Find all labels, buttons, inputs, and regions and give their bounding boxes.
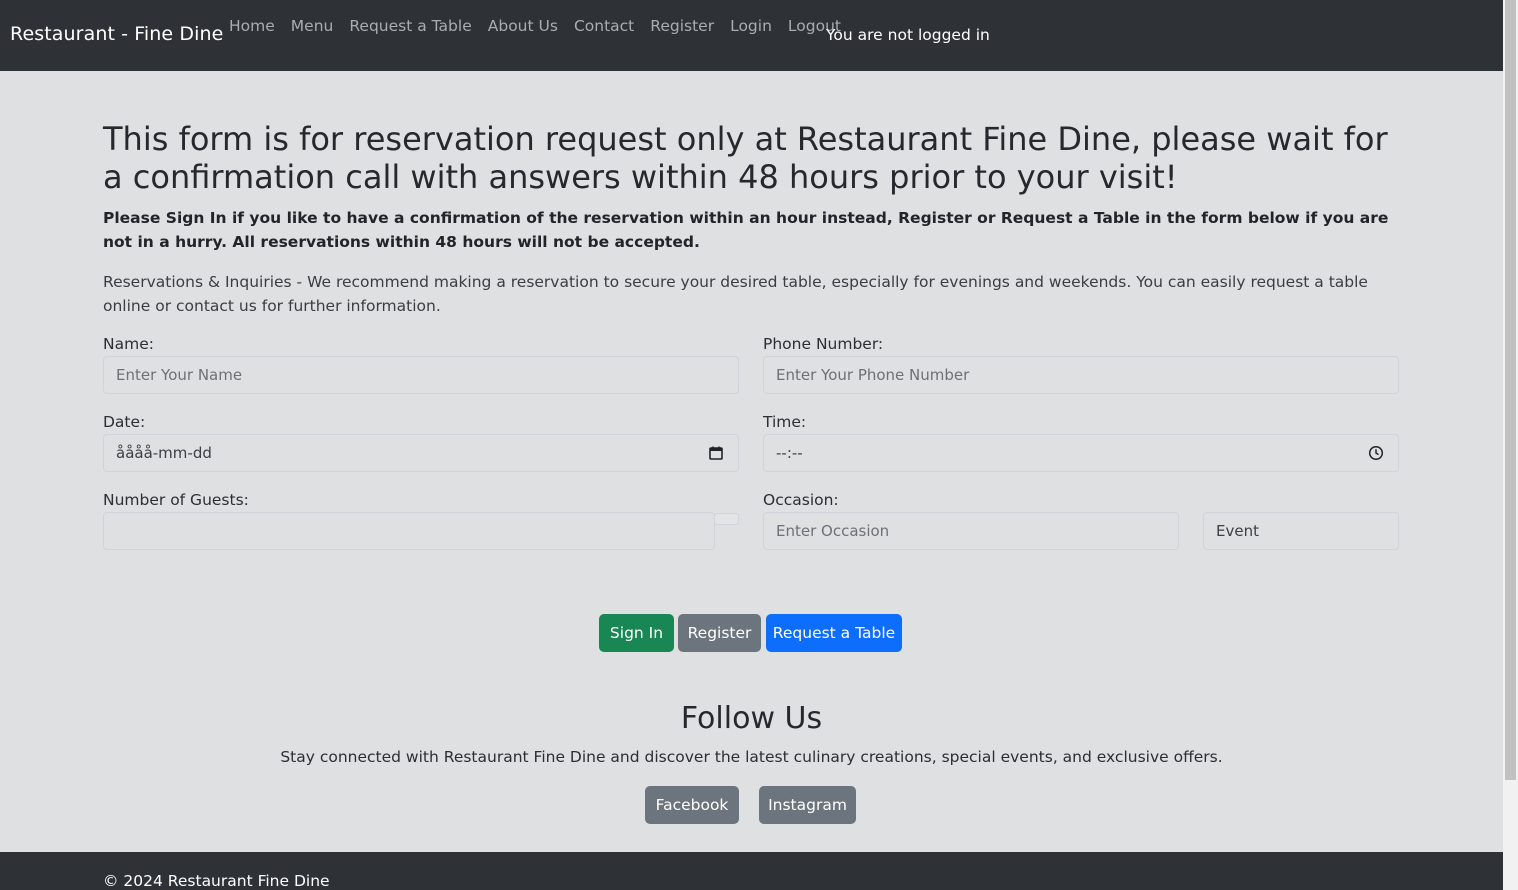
name-label: Name:: [103, 335, 154, 353]
date-label: Date:: [103, 413, 146, 431]
phone-label: Phone Number:: [763, 335, 884, 353]
name-input[interactable]: [103, 356, 739, 394]
phone-input[interactable]: [763, 356, 1399, 394]
nav-link-about-us[interactable]: About Us: [488, 17, 558, 35]
time-input[interactable]: --:--: [763, 434, 1399, 472]
nav-link-request-table[interactable]: Request a Table: [349, 17, 471, 35]
brand-link[interactable]: Restaurant - Fine Dine: [10, 23, 223, 45]
footer: © 2024 Restaurant Fine Dine: [0, 852, 1503, 890]
guests-input[interactable]: [103, 512, 715, 550]
guests-stepper[interactable]: [714, 513, 739, 525]
nav-link-login[interactable]: Login: [730, 17, 772, 35]
occasion-select[interactable]: Event: [1203, 512, 1399, 550]
nav-links: Home Menu Request a Table About Us Conta…: [229, 17, 857, 35]
nav-link-menu[interactable]: Menu: [291, 17, 334, 35]
nav-link-register[interactable]: Register: [650, 17, 714, 35]
sign-in-button[interactable]: Sign In: [599, 614, 674, 652]
page-title: This form is for reservation request onl…: [103, 120, 1388, 196]
register-button[interactable]: Register: [678, 614, 761, 652]
time-input-value: --:--: [776, 444, 803, 462]
nav-link-contact[interactable]: Contact: [574, 17, 634, 35]
top-navbar: Restaurant - Fine Dine Home Menu Request…: [0, 0, 1503, 71]
clock-icon[interactable]: [1368, 445, 1384, 461]
login-status: You are not logged in: [826, 26, 990, 44]
calendar-icon[interactable]: [708, 445, 724, 461]
reservation-notice: Please Sign In if you like to have a con…: [103, 209, 1389, 251]
page-scrollbar[interactable]: [1503, 0, 1518, 890]
guests-label: Number of Guests:: [103, 491, 249, 509]
instagram-button[interactable]: Instagram: [759, 786, 856, 824]
facebook-button[interactable]: Facebook: [645, 786, 739, 824]
occasion-input[interactable]: [763, 512, 1179, 550]
request-table-button[interactable]: Request a Table: [766, 614, 902, 652]
date-input-value: åååå-mm-dd: [116, 444, 212, 462]
footer-copyright: © 2024 Restaurant Fine Dine: [103, 872, 330, 890]
reservation-intro: Reservations & Inquiries - We recommend …: [103, 273, 1368, 315]
date-input[interactable]: åååå-mm-dd: [103, 434, 739, 472]
nav-link-home[interactable]: Home: [229, 17, 275, 35]
follow-us-text: Stay connected with Restaurant Fine Dine…: [280, 748, 1223, 766]
time-label: Time:: [763, 413, 807, 431]
follow-us-heading: Follow Us: [680, 701, 823, 736]
scrollbar-thumb[interactable]: [1505, 0, 1516, 780]
occasion-label: Occasion:: [763, 491, 839, 509]
occasion-select-value: Event: [1216, 522, 1259, 540]
